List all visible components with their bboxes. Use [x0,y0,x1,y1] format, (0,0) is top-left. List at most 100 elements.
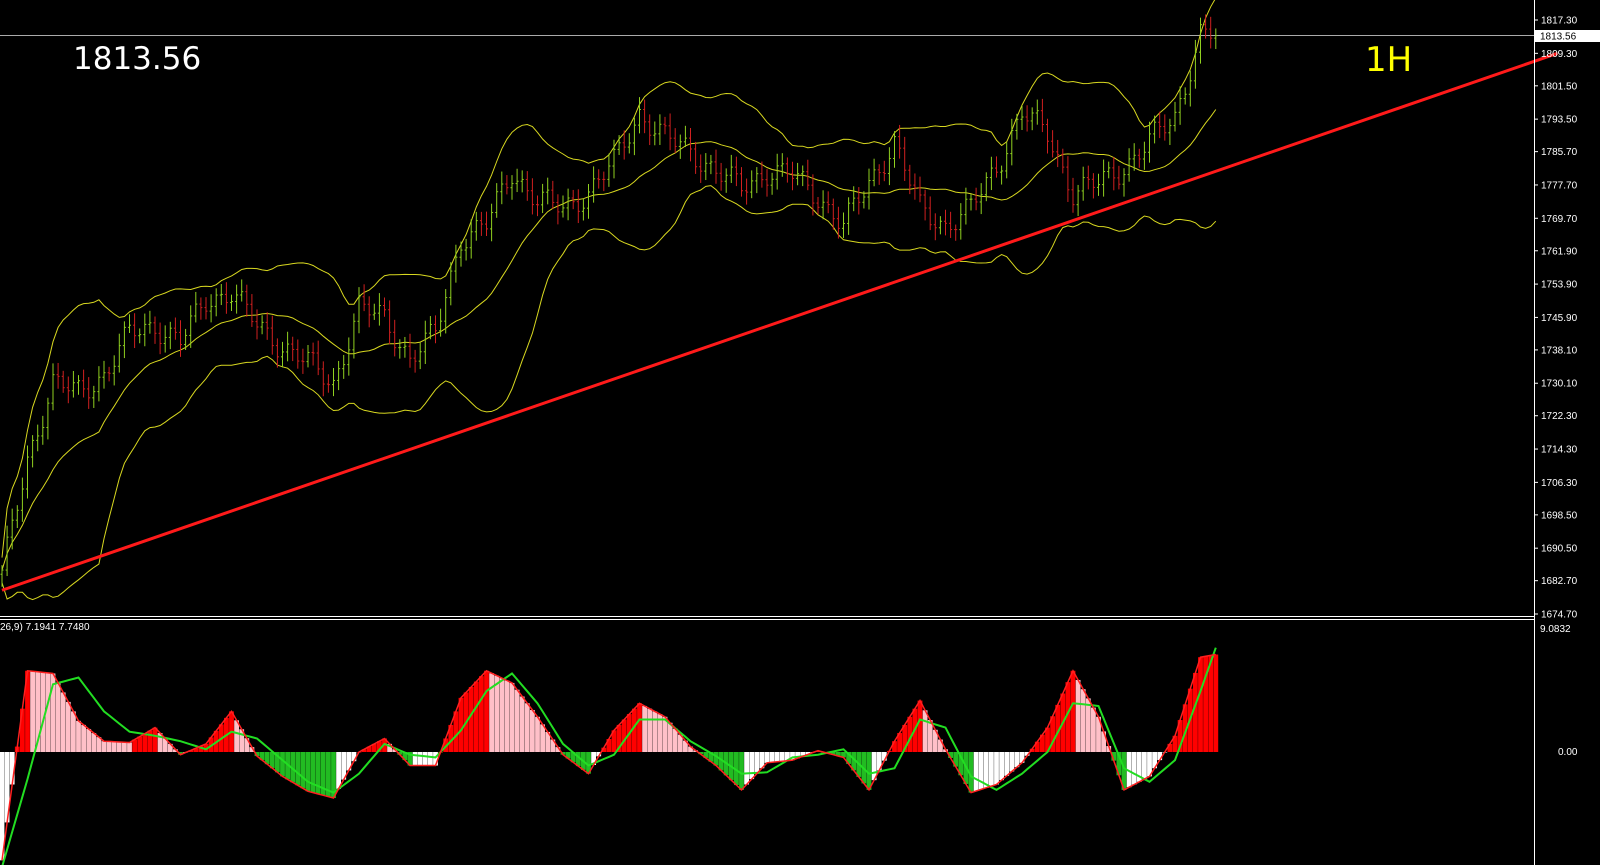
macd-histogram-bar [269,752,275,769]
macd-histogram-bar [1085,698,1091,752]
macd-histogram-bar [504,680,510,752]
macd-histogram-bar [65,701,71,752]
price-axis-tick-label: 1738.10 [1541,345,1578,356]
macd-histogram-bar [122,742,127,752]
macd-histogram-bar [509,682,515,752]
price-axis[interactable]: 1817.30 1809.30 1801.50 1793.50 1785.70 1777.… [1534,0,1578,865]
macd-histogram-bar [336,752,341,789]
macd-histogram-bar [1075,679,1081,752]
macd-histogram-bar [479,676,484,752]
macd-zero-label: 0.00 [1558,747,1578,758]
macd-histogram-bar [305,752,311,792]
macd-histogram-bar [137,736,143,752]
macd-histogram-bar [1080,689,1086,752]
price-axis-tick-label: 1690.50 [1541,544,1578,555]
macd-histogram-bar [55,682,61,752]
macd-histogram-bar [637,703,642,752]
macd-histogram-bar [1193,672,1198,752]
macd-histogram-bar [769,752,775,763]
trendline[interactable] [1,51,1558,592]
macd-histogram-bar [422,752,428,766]
macd-histogram-bar [300,752,306,789]
macd-histogram-bar [142,733,148,752]
macd-histogram-bar [106,741,112,752]
price-axis-tick-label: 1753.90 [1541,280,1578,291]
price-axis-tick-label: 1785.70 [1541,147,1578,158]
macd-histogram-bar [473,681,479,752]
macd-histogram-bar [764,752,770,763]
macd-histogram-bar [20,708,25,752]
macd-histogram-bar [494,675,500,752]
macd-histogram-bar [973,752,979,791]
price-axis-tick-label: 1674.70 [1541,610,1578,621]
macd-histogram-bar [1091,707,1096,752]
macd-histogram-bar [484,670,489,752]
last-price-tag: 1813.56 [1535,30,1600,43]
macd-histogram-bar [779,752,785,762]
macd-histogram-bar [234,720,239,752]
macd-histogram-bar [417,752,423,766]
price-axis-tick-label: 1793.50 [1541,115,1578,126]
macd-histogram-bar [1198,657,1203,752]
macd-histogram-bar [1213,654,1219,752]
price-axis-tick-label: 1745.90 [1541,313,1578,324]
price-axis-tick-label: 1817.30 [1541,16,1578,27]
macd-histogram-bar [989,752,994,787]
macd-histogram-bar [672,728,678,752]
price-axis-tick-label: 1769.70 [1541,214,1578,225]
macd-histogram-bar [519,696,525,752]
macd-histogram-bar [667,722,673,752]
macd-histogram-bar [81,724,86,752]
macd-histogram-bar [922,710,928,752]
macd-histogram-bar [754,752,760,774]
macd-histogram-bar [530,710,535,752]
macd-histogram-bar [652,711,658,752]
macd-histogram-bar [30,671,35,752]
macd-histogram-bar [999,752,1004,781]
last-price-tag-text: 1813.56 [1540,32,1577,43]
macd-histogram-bar [280,752,285,777]
macd-histogram-bar [1004,752,1010,776]
bollinger-bands [1,0,1217,601]
macd-histogram-bar [917,700,923,752]
macd-histogram-bar [91,733,97,752]
macd-indicator-label: 26,9) 7.1941 7.7480 [0,622,90,633]
macd-histogram-bar [127,742,132,752]
trading-chart[interactable]: 1817.30 1809.30 1801.50 1793.50 1785.70 1777.… [0,0,1600,865]
macd-histogram-bar [86,728,92,752]
macd-histogram-bar [540,724,545,752]
price-axis-tick-label: 1777.70 [1541,180,1578,191]
macd-histogram-bar [1009,752,1015,772]
price-axis-tick-label: 1714.30 [1541,445,1578,456]
last-price-display: 1813.56 [73,41,202,77]
price-axis-tick-label: 1706.30 [1541,478,1578,489]
macd-histogram-bar [524,703,530,752]
macd-histogram-bar [1070,670,1076,752]
macd-histogram-bar [310,752,316,793]
price-axis-tick-label: 1722.30 [1541,411,1578,422]
price-axis-tick-label: 1730.10 [1541,379,1578,390]
price-axis-tick-label: 1698.50 [1541,510,1578,521]
macd-histogram-bar [514,689,520,752]
macd-histogram-bar [468,687,474,752]
macd-histogram-bar [116,741,122,752]
price-axis-tick-label: 1761.90 [1541,246,1578,257]
macd-histogram-bar [101,741,107,752]
macd-histogram-bar [499,678,505,752]
signal-line [1,647,1217,865]
macd-histogram-bar [76,720,81,752]
macd-histogram-bar [774,752,780,762]
macd-histogram-bar [428,752,433,766]
macd-histogram-bar [621,719,627,752]
timeframe-label: 1H [1365,40,1413,80]
macd-histogram-bar [111,741,117,752]
macd-histogram-bar [1131,752,1137,785]
macd-histogram-bar [71,711,76,752]
macd-histogram-bar [749,752,755,780]
macd-panel [0,647,1219,865]
macd-histogram-bar [744,752,749,785]
macd-histogram-bar [60,692,66,752]
macd-histogram-bar [489,673,494,752]
macd-histogram-bar [458,697,464,752]
price-axis-tick-label: 1801.50 [1541,81,1578,92]
